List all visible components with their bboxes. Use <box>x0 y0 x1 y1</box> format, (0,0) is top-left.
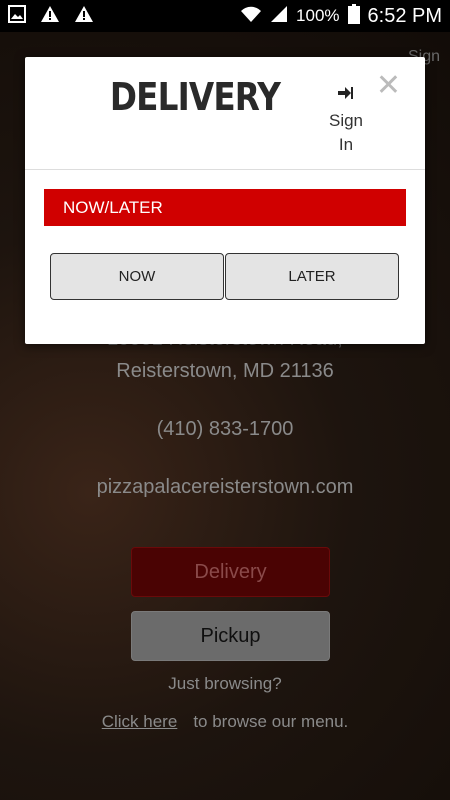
clock: 6:52 PM <box>367 4 442 27</box>
pickup-button: Pickup <box>131 611 330 661</box>
click-here-link: Click here <box>101 712 178 731</box>
later-button[interactable]: LATER <box>225 253 399 300</box>
battery-percent: 100% <box>296 6 340 25</box>
warning-icon <box>74 5 94 28</box>
warning-icon <box>40 5 60 28</box>
signin-label-line-2: In <box>338 135 354 154</box>
status-bar-right: 100% 6:52 PM <box>240 3 442 29</box>
phone-number: (410) 833-1700 <box>156 418 294 440</box>
wifi-icon <box>240 5 262 28</box>
modal-title: DELIVERY <box>109 75 281 119</box>
sign-in-icon <box>325 83 367 107</box>
browse-line: Click here to browse our menu. <box>0 712 450 732</box>
signal-icon <box>270 5 288 28</box>
close-icon[interactable]: ✕ <box>376 71 401 101</box>
gallery-icon <box>8 4 26 28</box>
now-later-section-header: NOW/LATER <box>44 189 406 226</box>
signin-label-line-1: Sign <box>328 111 364 130</box>
battery-icon <box>347 3 360 29</box>
website: pizzapalacereisterstown.com <box>96 476 354 498</box>
status-bar: 100% 6:52 PM <box>0 0 450 32</box>
status-bar-left <box>8 4 94 28</box>
browse-question: Just browsing? <box>168 674 282 693</box>
delivery-button: Delivery <box>131 547 330 597</box>
modal-header: DELIVERY Sign In ✕ <box>25 57 425 170</box>
browse-text: to browse our menu. <box>193 712 349 731</box>
signin-button[interactable]: Sign In <box>325 83 367 157</box>
address-line-2: Reisterstown, MD 21136 <box>116 360 334 382</box>
delivery-modal: DELIVERY Sign In ✕ NOW/LATER NOW LATER <box>25 57 425 344</box>
now-button[interactable]: NOW <box>50 253 224 300</box>
